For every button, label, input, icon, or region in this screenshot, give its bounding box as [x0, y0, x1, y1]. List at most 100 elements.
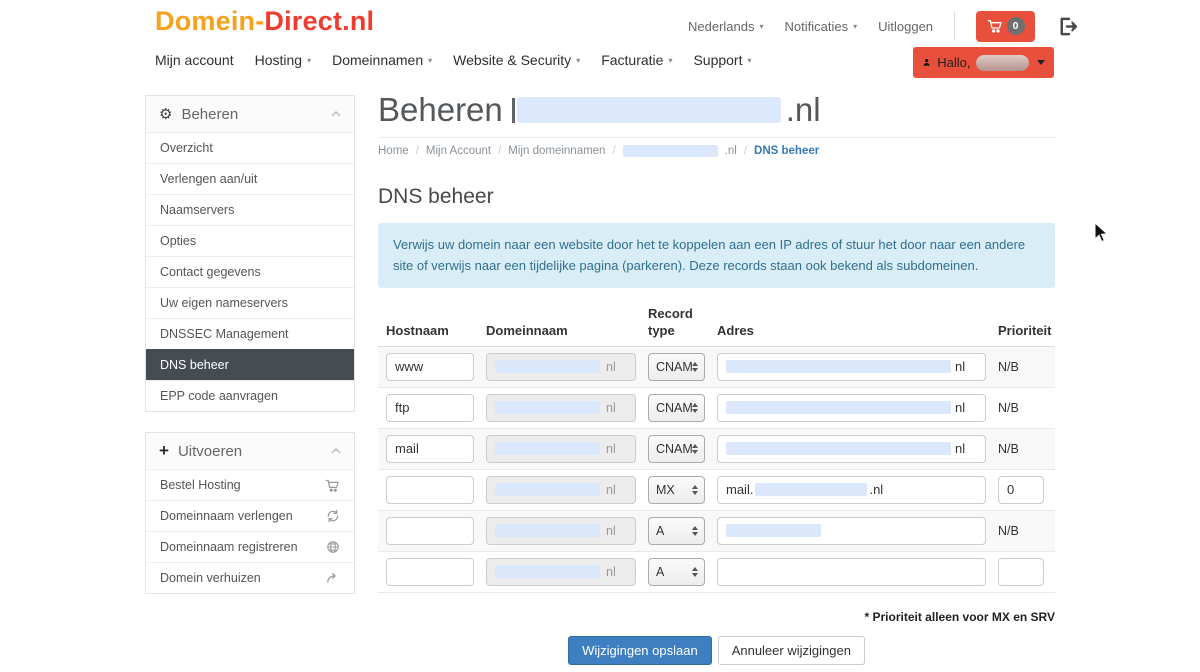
main-content: Beheren .nl Home / Mijn Account / Mijn d…: [378, 88, 1055, 665]
sidebar-header-beheren[interactable]: ⚙ Beheren: [146, 96, 354, 132]
chevron-down-icon: ▾: [853, 22, 857, 31]
hostname-input[interactable]: [386, 353, 474, 381]
sidebar-panel-beheren: ⚙ Beheren Overzicht Verlengen aan/uit Na…: [145, 95, 355, 412]
select-spinner-icon: [692, 485, 698, 495]
chevron-down-icon: ▾: [748, 56, 752, 65]
sidebar-item-domein-verhuizen[interactable]: Domein verhuizen: [146, 562, 354, 593]
sidebar-item-naamservers[interactable]: Naamservers: [146, 194, 354, 225]
language-label: Nederlands: [688, 19, 755, 34]
user-menu-button[interactable]: Hallo,: [913, 47, 1054, 78]
address-input[interactable]: nl: [717, 394, 986, 422]
priority-value: N/B: [998, 360, 1056, 374]
sidebar-item-domeinnaam-registreren[interactable]: Domeinnaam registreren: [146, 531, 354, 562]
sidebar-item-contact-gegevens[interactable]: Contact gegevens: [146, 256, 354, 287]
address-input[interactable]: [717, 558, 986, 586]
forward-icon: [325, 571, 340, 585]
nav-item-facturatie[interactable]: Facturatie▾: [601, 52, 672, 68]
sidebar-item-dnssec[interactable]: DNSSEC Management: [146, 318, 354, 349]
priority-value: N/B: [998, 524, 1056, 538]
nav-item-website-security[interactable]: Website & Security▾: [453, 52, 580, 68]
nav-item-support[interactable]: Support▾: [693, 52, 751, 68]
plus-icon: +: [159, 441, 169, 461]
notifications-label: Notificaties: [785, 19, 849, 34]
nav-item-domeinnamen[interactable]: Domeinnamen▾: [332, 52, 432, 68]
sidebar-item-overzicht[interactable]: Overzicht: [146, 132, 354, 163]
priority-input[interactable]: [998, 476, 1044, 504]
priority-value: N/B: [998, 442, 1056, 456]
sidebar-item-uw-eigen-nameservers[interactable]: Uw eigen nameservers: [146, 287, 354, 318]
table-row: nl CNAM nl N/B: [378, 347, 1055, 388]
cancel-changes-button[interactable]: Annuleer wijzigingen: [718, 636, 865, 665]
user-greeting: Hallo,: [937, 55, 970, 70]
section-title: DNS beheer: [378, 185, 1055, 209]
breadcrumb-mijn-account[interactable]: Mijn Account: [426, 145, 491, 157]
main-nav: Mijn account Hosting▾ Domeinnamen▾ Websi…: [155, 52, 752, 68]
redacted-text: [726, 401, 951, 414]
select-spinner-icon: [692, 526, 698, 536]
sidebar-item-domeinnaam-verlengen[interactable]: Domeinnaam verlengen: [146, 500, 354, 531]
globe-icon: [326, 540, 340, 554]
address-input[interactable]: nl: [717, 435, 986, 463]
col-header-domeinnaam: Domeinnaam: [486, 323, 636, 339]
col-header-record-type: Record type: [648, 306, 705, 339]
chevron-down-icon: ▾: [576, 56, 580, 65]
select-spinner-icon: [692, 403, 698, 413]
hostname-input[interactable]: [386, 394, 474, 422]
breadcrumb-mijn-domeinnamen[interactable]: Mijn domeinnamen: [508, 145, 605, 157]
sidebar-header-uitvoeren[interactable]: + Uitvoeren: [146, 433, 354, 469]
nav-item-mijn-account[interactable]: Mijn account: [155, 52, 234, 68]
record-type-select[interactable]: CNAM: [648, 394, 705, 422]
breadcrumb-domain-suffix[interactable]: .nl: [725, 145, 737, 157]
redacted-text: [495, 565, 600, 578]
record-type-select[interactable]: A: [648, 517, 705, 545]
sidebar-item-bestel-hosting[interactable]: Bestel Hosting: [146, 469, 354, 500]
table-row: nl MX mail..nl: [378, 470, 1055, 511]
priority-value: N/B: [998, 401, 1056, 415]
address-input[interactable]: nl: [717, 353, 986, 381]
notifications-menu[interactable]: Notificaties ▾: [785, 19, 858, 34]
col-header-adres: Adres: [717, 323, 986, 339]
hostname-input[interactable]: [386, 558, 474, 586]
sidebar: ⚙ Beheren Overzicht Verlengen aan/uit Na…: [145, 95, 355, 594]
redacted-text: [495, 401, 600, 414]
record-type-select[interactable]: MX: [648, 476, 705, 504]
brand-logo[interactable]: Domein-Direct.nl: [155, 6, 374, 37]
refresh-icon: [326, 509, 340, 523]
logout-link[interactable]: Uitloggen: [878, 19, 933, 34]
record-type-select[interactable]: CNAM: [648, 353, 705, 381]
redacted-domain: [623, 145, 718, 157]
cart-button[interactable]: 0: [976, 11, 1035, 42]
logout-icon[interactable]: [1056, 15, 1079, 38]
hostname-input[interactable]: [386, 476, 474, 504]
sidebar-item-epp-code[interactable]: EPP code aanvragen: [146, 380, 354, 411]
domain-input-disabled: nl: [486, 353, 636, 381]
mouse-cursor: [1093, 222, 1110, 244]
breadcrumb-current: DNS beheer: [754, 145, 819, 157]
nav-item-hosting[interactable]: Hosting▾: [255, 52, 311, 68]
address-input[interactable]: [717, 517, 986, 545]
sidebar-item-dns-beheer[interactable]: DNS beheer: [146, 349, 354, 380]
priority-input[interactable]: [998, 558, 1044, 586]
col-header-prioriteit: Prioriteit: [998, 323, 1056, 339]
col-header-hostnaam: Hostnaam: [386, 323, 474, 339]
sidebar-item-verlengen[interactable]: Verlengen aan/uit: [146, 163, 354, 194]
record-type-select[interactable]: A: [648, 558, 705, 586]
breadcrumb-home[interactable]: Home: [378, 145, 409, 157]
redacted-text: [495, 524, 600, 537]
domain-input-disabled: nl: [486, 476, 636, 504]
chevron-down-icon: [1037, 60, 1045, 65]
address-input[interactable]: mail..nl: [717, 476, 986, 504]
sidebar-item-opties[interactable]: Opties: [146, 225, 354, 256]
domain-input-disabled: nl: [486, 517, 636, 545]
redacted-text: [495, 483, 600, 496]
table-row: nl CNAM nl N/B: [378, 388, 1055, 429]
divider: [954, 11, 955, 41]
language-menu[interactable]: Nederlands ▾: [688, 19, 764, 34]
table-row: nl A N/B: [378, 511, 1055, 552]
save-changes-button[interactable]: Wijzigingen opslaan: [568, 636, 712, 665]
record-type-select[interactable]: CNAM: [648, 435, 705, 463]
hostname-input[interactable]: [386, 435, 474, 463]
select-spinner-icon: [692, 362, 698, 372]
redacted-text: [495, 442, 600, 455]
hostname-input[interactable]: [386, 517, 474, 545]
